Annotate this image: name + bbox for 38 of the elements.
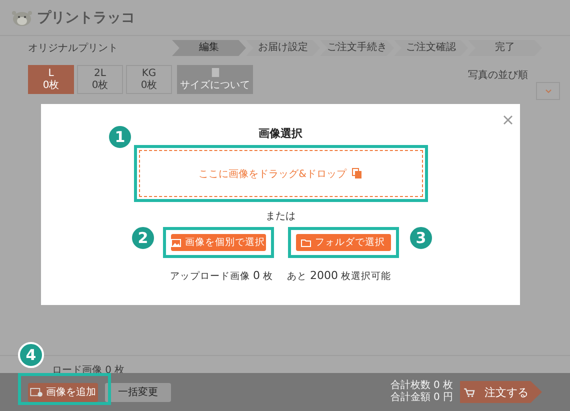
number-badge: 4 xyxy=(18,342,44,368)
select-folder-button[interactable]: フォルダで選択 xyxy=(296,234,390,251)
logo-text[interactable]: プリントラッコ xyxy=(37,8,135,26)
modal-title: 画像選択 xyxy=(258,126,302,141)
sort-label: 写真の並び順 xyxy=(468,68,528,82)
copy-icon xyxy=(352,168,362,179)
number-badge: 3 xyxy=(408,225,434,251)
cart-icon xyxy=(464,388,474,396)
progress-step: ご注文手続き xyxy=(320,40,394,56)
total-count-text: 合計枚数 0 枚 xyxy=(390,380,453,392)
drop-zone-text: ここに画像をドラッグ&ドロップ xyxy=(198,168,346,180)
progress-step: 編集 xyxy=(172,40,246,56)
size-tab[interactable]: L 0枚 xyxy=(28,65,74,94)
select-images-button[interactable]: 画像を個別で選択 xyxy=(170,234,266,251)
folder-icon xyxy=(301,238,311,246)
bulk-change-button[interactable]: 一括変更 xyxy=(105,382,171,402)
add-image-button[interactable]: 画像を追加 xyxy=(28,382,98,402)
total-price-text: 合計金額 0 円 xyxy=(390,392,453,404)
order-button[interactable]: 注文する xyxy=(460,381,542,403)
size-info-button[interactable]: サイズについて xyxy=(177,65,253,94)
document-icon xyxy=(210,67,220,78)
progress-step: ご注文確認 xyxy=(394,40,468,56)
or-text: または xyxy=(266,210,296,223)
close-icon[interactable] xyxy=(503,115,513,125)
number-badge: 1 xyxy=(107,124,133,150)
progress-step: お届け設定 xyxy=(246,40,320,56)
otter-logo-icon xyxy=(10,8,34,26)
progress-step: 完了 xyxy=(468,40,542,56)
remaining-count-text: あと 2000 枚選択可能 xyxy=(287,269,392,283)
page-title: オリジナルプリント xyxy=(28,42,118,55)
size-tab[interactable]: KG 0枚 xyxy=(126,65,172,94)
number-badge: 2 xyxy=(130,225,156,251)
drop-zone[interactable]: ここに画像をドラッグ&ドロップ xyxy=(138,150,422,197)
size-tab[interactable]: 2L 0枚 xyxy=(77,65,123,94)
image-icon xyxy=(171,238,181,246)
upload-count-text: アップロード画像 0 枚 xyxy=(170,269,273,283)
add-image-icon xyxy=(30,388,43,396)
chevron-down-icon xyxy=(544,88,552,94)
